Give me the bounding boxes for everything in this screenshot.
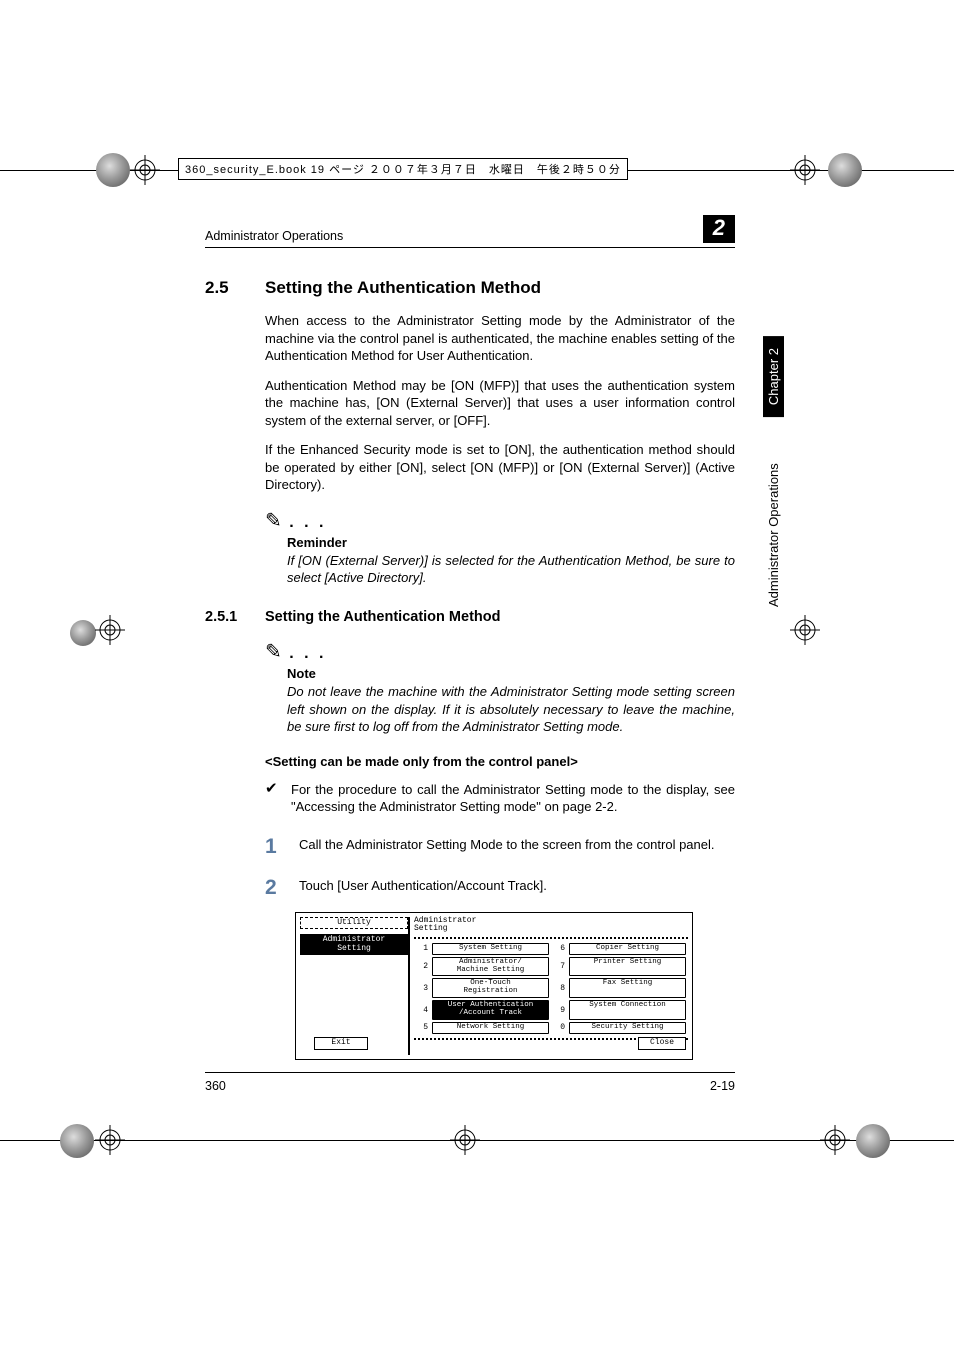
panel-left-column: Utility Administrator Setting Exit xyxy=(300,917,410,1055)
menu-item-number: 0 xyxy=(553,1023,565,1032)
section-title: Setting the Authentication Method xyxy=(265,278,541,298)
menu-item-number: 9 xyxy=(553,1006,565,1015)
menu-item-number: 3 xyxy=(416,984,428,993)
note-body: Do not leave the machine with the Admini… xyxy=(287,683,735,736)
reminder-callout: ✎ . . . Reminder If [ON (External Server… xyxy=(265,508,735,587)
step-number: 2 xyxy=(265,877,299,898)
paragraph: When access to the Administrator Setting… xyxy=(265,312,735,365)
side-tab-section: Administrator Operations xyxy=(763,450,784,620)
note-label: Note xyxy=(287,666,735,681)
menu-item-button[interactable]: System Connection xyxy=(569,1000,686,1020)
menu-item-button[interactable]: Network Setting xyxy=(432,1022,549,1034)
menu-item-number: 4 xyxy=(416,1006,428,1015)
checklist-text: For the procedure to call the Administra… xyxy=(291,781,735,816)
page-footer: 360 2-19 xyxy=(205,1072,735,1093)
note-icon: ✎ xyxy=(265,641,282,663)
running-head-title: Administrator Operations xyxy=(205,229,343,243)
section-number: 2.5 xyxy=(205,278,265,298)
registration-mark-icon xyxy=(820,1125,850,1155)
menu-item-number: 7 xyxy=(553,962,565,971)
registration-mark-icon xyxy=(130,155,160,185)
footer-right: 2-19 xyxy=(710,1079,735,1093)
menu-item-number: 5 xyxy=(416,1023,428,1032)
subsection-number: 2.5.1 xyxy=(205,609,265,625)
registration-mark-icon xyxy=(95,615,125,645)
menu-item-number: 6 xyxy=(553,944,565,953)
note-icon: ✎ xyxy=(265,510,282,532)
step-2: 2 Touch [User Authentication/Account Tra… xyxy=(265,877,735,898)
printer-mark-ball xyxy=(70,620,96,646)
menu-item-button[interactable]: System Setting xyxy=(432,943,549,955)
subsection-title: Setting the Authentication Method xyxy=(265,609,500,625)
page-body: Administrator Operations 2 2.5 Setting t… xyxy=(205,215,735,1060)
menu-item-number: 1 xyxy=(416,944,428,953)
menu-item-button[interactable]: Administrator/ Machine Setting xyxy=(432,957,549,977)
reminder-body: If [ON (External Server)] is selected fo… xyxy=(287,552,735,587)
print-job-header: 360_security_E.book 19 ページ ２００７年３月７日 水曜日… xyxy=(178,158,628,180)
registration-mark-icon xyxy=(790,155,820,185)
check-icon: ✔ xyxy=(265,781,291,816)
menu-item-button[interactable]: Security Setting xyxy=(569,1022,686,1034)
footer-left: 360 xyxy=(205,1079,226,1093)
panel-header: Administrator Setting xyxy=(414,917,688,933)
ellipsis-icon: . . . xyxy=(282,645,327,662)
step-text: Touch [User Authentication/Account Track… xyxy=(299,877,735,895)
menu-item-button[interactable]: Fax Setting xyxy=(569,978,686,998)
admin-setting-button[interactable]: Administrator Setting xyxy=(300,934,408,955)
menu-item-number: 2 xyxy=(416,962,428,971)
close-button[interactable]: Close xyxy=(638,1037,686,1049)
menu-item-button[interactable]: User Authentication /Account Track xyxy=(432,1000,549,1020)
utility-button[interactable]: Utility xyxy=(300,917,408,929)
step-number: 1 xyxy=(265,836,299,857)
printer-mark-ball xyxy=(96,153,130,187)
registration-mark-icon xyxy=(790,615,820,645)
running-head: Administrator Operations 2 xyxy=(205,215,735,248)
menu-item-number: 8 xyxy=(553,984,565,993)
note-callout: ✎ . . . Note Do not leave the machine wi… xyxy=(265,639,735,736)
menu-item-button[interactable]: One-Touch Registration xyxy=(432,978,549,998)
reminder-label: Reminder xyxy=(287,535,735,550)
printer-mark-ball xyxy=(856,1124,890,1158)
printer-mark-ball xyxy=(828,153,862,187)
paragraph: If the Enhanced Security mode is set to … xyxy=(265,441,735,494)
printer-mark-ball xyxy=(60,1124,94,1158)
ellipsis-icon: . . . xyxy=(282,514,327,531)
menu-grid: 1 System Setting 6 Copier Setting 2 Administr… xyxy=(414,937,688,1040)
control-panel-figure: Utility Administrator Setting Exit Admin… xyxy=(295,912,693,1060)
control-panel-hint: <Setting can be made only from the contr… xyxy=(265,754,735,769)
subsection-heading: 2.5.1 Setting the Authentication Method xyxy=(205,609,735,625)
side-tab-chapter: Chapter 2 xyxy=(763,336,784,417)
exit-button[interactable]: Exit xyxy=(314,1037,368,1049)
chapter-number-box: 2 xyxy=(703,215,735,243)
section-heading: 2.5 Setting the Authentication Method xyxy=(205,278,735,298)
step-text: Call the Administrator Setting Mode to t… xyxy=(299,836,735,854)
step-1: 1 Call the Administrator Setting Mode to… xyxy=(265,836,735,857)
menu-item-button[interactable]: Copier Setting xyxy=(569,943,686,955)
paragraph: Authentication Method may be [ON (MFP)] … xyxy=(265,377,735,430)
registration-mark-icon xyxy=(95,1125,125,1155)
menu-item-button[interactable]: Printer Setting xyxy=(569,957,686,977)
checklist-item: ✔ For the procedure to call the Administ… xyxy=(265,781,735,816)
registration-mark-icon xyxy=(450,1125,480,1155)
panel-right-column: Administrator Setting 1 System Setting 6 Co… xyxy=(414,917,688,1055)
